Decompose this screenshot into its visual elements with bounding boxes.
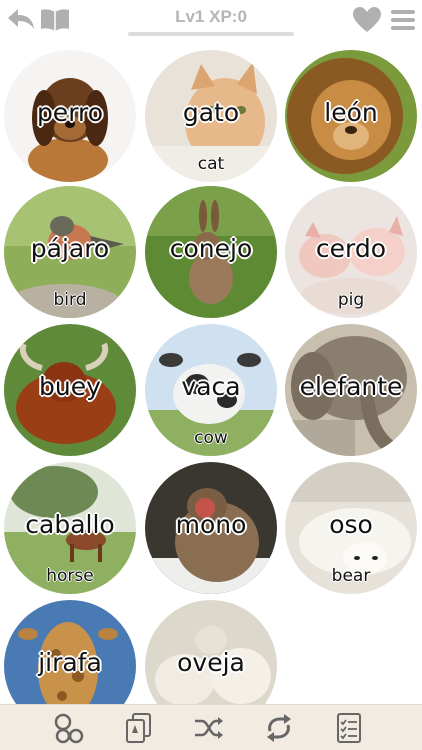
checklist-icon[interactable] [330,709,368,747]
card-word: buey [39,372,101,401]
menu-icon[interactable] [386,5,420,35]
card-word: cerdo [315,234,387,263]
xp-progress-bar [128,32,294,36]
card-caballo[interactable]: caballo horse [4,462,136,594]
card-leon[interactable]: león [285,50,417,182]
card-word: oso [329,510,373,539]
card-translation: horse [46,566,94,586]
card-conejo[interactable]: conejo [145,186,277,318]
card-word: perro [36,98,104,127]
card-oso[interactable]: oso bear [285,462,417,594]
animal-card-grid: perro gato cat león pájaro bird conejo c… [0,44,422,704]
card-jirafa[interactable]: jirafa [4,600,136,704]
card-word: caballo [25,510,115,539]
card-translation: bear [331,566,371,586]
card-oveja[interactable]: oveja [145,600,277,704]
card-translation: bird [53,290,87,310]
card-pajaro[interactable]: pájaro bird [4,186,136,318]
card-gato[interactable]: gato cat [145,50,277,182]
card-elefante[interactable]: elefante [285,324,417,456]
card-word: gato [182,98,240,127]
level-xp-label: Lv1 XP:0 [175,7,247,26]
card-word: pájaro [30,234,110,263]
heart-icon[interactable] [350,5,384,35]
bottom-nav [0,704,422,750]
card-translation: pig [337,290,365,310]
card-translation: cat [197,154,225,174]
card-word: jirafa [38,648,102,677]
card-word: león [324,98,378,127]
flashcards-icon[interactable] [120,709,158,747]
repeat-icon[interactable] [260,709,298,747]
card-translation: cow [194,428,228,448]
back-arrow-icon[interactable] [4,5,38,35]
card-mono[interactable]: mono [145,462,277,594]
shuffle-icon[interactable] [190,709,228,747]
book-icon[interactable] [38,5,72,35]
card-word: oveja [177,648,245,677]
circles-icon[interactable] [50,709,88,747]
card-buey[interactable]: buey [4,324,136,456]
top-bar: Lv1 XP:0 [0,0,422,44]
card-word: vaca [181,372,241,401]
card-word: elefante [299,372,403,401]
card-word: mono [175,510,247,539]
card-vaca[interactable]: vaca cow [145,324,277,456]
card-perro[interactable]: perro [4,50,136,182]
card-cerdo[interactable]: cerdo pig [285,186,417,318]
card-word: conejo [169,234,253,263]
